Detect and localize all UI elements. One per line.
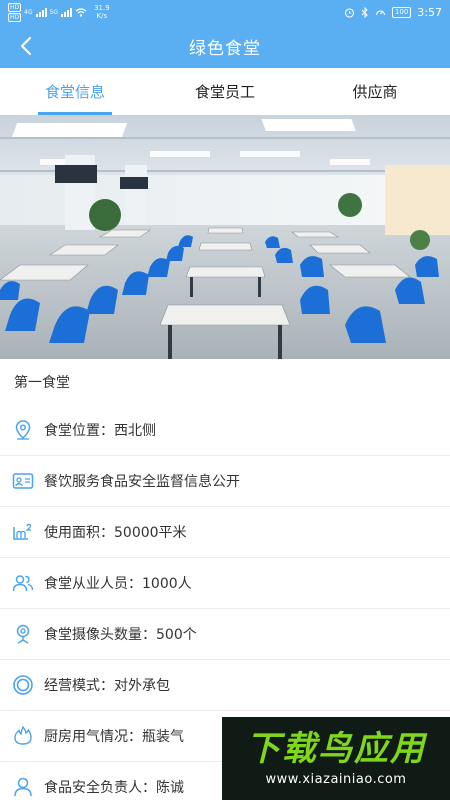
info-text: 厨房用气情况：瓶装气 (44, 729, 184, 745)
info-staff-count: 食堂从业人员：1000人 (0, 558, 450, 609)
info-business-mode: 经营模式：对外承包 (0, 660, 450, 711)
hd-badges: HD HD (8, 2, 22, 22)
speed-value: 31.9 (94, 4, 110, 12)
battery-icon: 100 (391, 6, 412, 18)
person-icon (12, 776, 34, 798)
tab-suppliers[interactable]: 供应商 (300, 68, 450, 115)
id-card-icon (12, 470, 34, 492)
flame-icon (12, 725, 34, 747)
info-camera-count: 食堂摄像头数量：500个 (0, 609, 450, 660)
clock: 3:57 (417, 5, 442, 19)
hd-badge: HD (8, 12, 22, 22)
area-m2-icon (12, 521, 34, 543)
app-header: 绿色食堂 (0, 24, 450, 68)
watermark-url: www.xiazainiao.com (265, 772, 407, 787)
camera-icon (12, 623, 34, 645)
info-area: 使用面积：50000平米 (0, 507, 450, 558)
network-type: 5G (49, 8, 59, 16)
info-text: 食堂位置：西北侧 (44, 423, 156, 439)
hd-badge: HD (8, 2, 22, 12)
page-title: 绿色食堂 (189, 38, 261, 59)
network-speed: 31.9 K/s (94, 4, 110, 20)
status-right: 100 3:57 (344, 6, 442, 19)
tab-canteen-staff[interactable]: 食堂员工 (150, 68, 300, 115)
tab-bar: 食堂信息 食堂员工 供应商 (0, 68, 450, 115)
info-text: 食堂摄像头数量：500个 (44, 627, 197, 643)
status-left: HD HD 4G 5G 31.9 K/s (8, 2, 110, 22)
wifi-icon (75, 7, 87, 17)
location-pin-icon (12, 419, 34, 441)
watermark-title: 下载鸟应用 (246, 729, 426, 769)
ring-icon (12, 674, 34, 696)
info-text: 食品安全负责人：陈诚 (44, 780, 184, 796)
watermark-logo: 下载鸟应用 www.xiazainiao.com (222, 717, 450, 800)
alarm-icon (344, 7, 354, 18)
speedometer-icon (375, 9, 385, 15)
speed-unit: K/s (96, 12, 108, 20)
info-text: 经营模式：对外承包 (44, 678, 170, 694)
signal-icon (35, 7, 47, 17)
signal-icon (61, 7, 73, 17)
users-icon (12, 572, 34, 594)
info-text: 使用面积：50000平米 (44, 525, 187, 541)
bluetooth-icon (361, 6, 368, 18)
canteen-photo (0, 115, 450, 359)
info-text: 食堂从业人员：1000人 (44, 576, 192, 592)
network-type: 4G (24, 8, 33, 16)
info-text: 餐饮服务食品安全监督信息公开 (44, 474, 240, 490)
tab-canteen-info[interactable]: 食堂信息 (0, 68, 150, 115)
info-location: 食堂位置：西北侧 (0, 405, 450, 456)
back-button[interactable] (8, 28, 44, 64)
canteen-name: 第一食堂 (14, 375, 70, 391)
chevron-left-icon (20, 36, 32, 56)
status-bar: HD HD 4G 5G 31.9 K/s 100 3:57 (0, 0, 450, 24)
info-food-safety-disclosure[interactable]: 餐饮服务食品安全监督信息公开 (0, 456, 450, 507)
